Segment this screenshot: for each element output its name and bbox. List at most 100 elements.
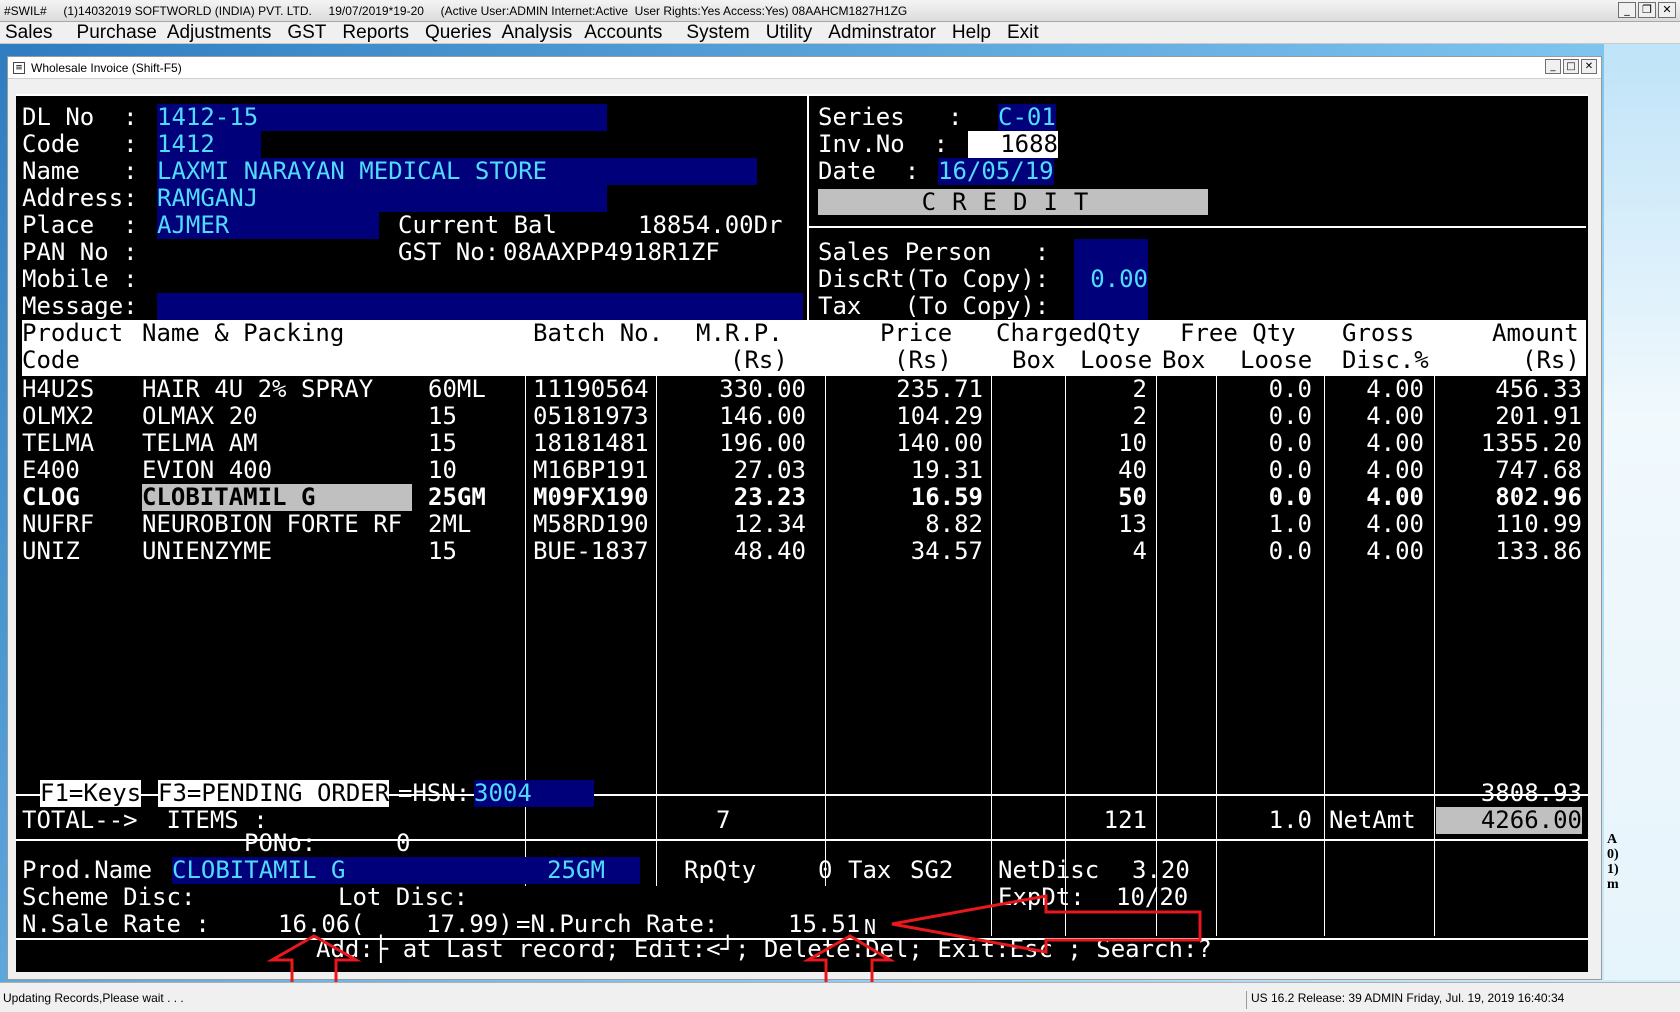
hsn-field[interactable]: 3004 [474,780,594,807]
inner-restore-icon[interactable]: □ [1563,59,1579,74]
row-mrp: 12.34 [733,510,806,538]
items-grid-header: Product Code Name & Packing Batch No. M.… [22,320,1586,376]
window-controls: _ ❐ ✕ [1618,2,1676,18]
row-amount: 802.96 [1495,483,1582,511]
name-label: Name : [22,157,138,185]
menu-accounts[interactable]: Accounts [579,22,667,44]
minimize-icon[interactable]: _ [1618,2,1636,18]
row-disc: 4.00 [1366,429,1424,457]
row-loose: 40 [1118,456,1147,484]
gross-total-value: 3808.93 [1480,779,1582,807]
menu-utility[interactable]: Utility [761,22,817,44]
menu-sales[interactable]: Sales [0,22,58,44]
message-label: Message: [22,292,138,320]
row-code: NUFRF [22,510,95,538]
row-batch: M09FX190 [533,483,649,511]
row-price: 19.31 [910,456,983,484]
menu-exit[interactable]: Exit [1002,22,1044,44]
row-mrp: 23.23 [733,483,806,511]
rpqty-value: 0 [818,856,833,884]
help-line: Add:├ at Last record; Edit:<┘; Delete:De… [316,935,1212,963]
dl-no-field[interactable]: 1412-15 [157,104,607,131]
total-label: TOTAL--> ITEMS : [22,806,268,834]
message-field[interactable] [157,293,803,320]
party-name-field[interactable]: LAXMI NARAYAN MEDICAL STORE [157,158,757,185]
expdt-label: ExpDt: [998,883,1085,911]
col-mrp: M.R.P. [696,319,783,347]
menu-reports[interactable]: Reports [337,22,414,44]
row-name: CLOBITAMIL G [142,484,412,511]
row-name: OLMAX 20 [142,402,258,430]
row-price: 104.29 [896,402,983,430]
menu-adminstrator[interactable]: Adminstrator [823,22,941,44]
close-icon[interactable]: ✕ [1658,2,1676,18]
discrt-field[interactable]: 0.00 [1074,266,1148,293]
inner-close-icon[interactable]: ✕ [1581,59,1597,74]
row-loose: 2 [1132,375,1147,403]
row-code: UNIZ [22,537,80,565]
inv-no-field[interactable]: 1688 [968,131,1058,158]
col-free-loose: Loose [1240,346,1313,374]
series-field[interactable]: C-01 [998,104,1056,131]
menu-system[interactable]: System [681,22,754,44]
row-free: 0.0 [1268,537,1312,565]
col-box: Box [1012,346,1056,374]
side-clipped-text: A 0) 1) m [1607,832,1619,892]
netamt-label: NetAmt [1329,806,1416,834]
address-field[interactable]: RAMGANJ [157,185,607,212]
code-field[interactable]: 1412 [157,131,261,158]
menu-adjustments[interactable]: Adjustments [162,22,277,44]
total-qty-value: 121 [1103,806,1147,834]
mobile-label: Mobile : [22,265,138,293]
row-code: CLOG [22,483,80,511]
row-batch: 05181973 [533,402,649,430]
f1-keys-label[interactable]: F1=Keys [40,780,142,807]
menu-analysis[interactable]: Analysis [496,22,577,44]
row-disc: 4.00 [1366,402,1424,430]
inner-minimize-icon[interactable]: _ [1545,59,1561,74]
menu-gst[interactable]: GST [282,22,331,44]
col-amount: Amount [1492,319,1579,347]
row-batch: 18181481 [533,429,649,457]
row-name: HAIR 4U 2% SPRAY [142,375,374,403]
prod-name-field[interactable]: CLOBITAMIL G [172,857,512,884]
f3-pending-order-label[interactable]: F3=PENDING ORDER [158,780,390,807]
inner-window-title: Wholesale Invoice (Shift-F5) [31,60,182,75]
app-titlebar: #SWIL# (1)14032019 SOFTWORLD (INDIA) PVT… [0,0,1680,22]
date-field[interactable]: 16/05/19 [938,158,1054,185]
purch-rate-value: 15.51 [788,910,861,938]
total-items-value: 7 [716,806,731,834]
row-free: 0.0 [1268,429,1312,457]
status-bar: Updating Records,Please wait . . . US 16… [0,982,1680,1012]
restore-icon[interactable]: ❐ [1638,2,1656,18]
row-batch: BUE-1837 [533,537,649,565]
row-pack: 10 [428,456,457,484]
menu-help[interactable]: Help [947,22,996,44]
row-mrp: 146.00 [719,402,806,430]
status-info: US 16.2 Release: 39 ADMIN Friday, Jul. 1… [1246,991,1564,1009]
row-loose: 10 [1118,429,1147,457]
row-loose: 13 [1118,510,1147,538]
code-label: Code : [22,130,138,158]
inner-titlebar: ≡ Wholesale Invoice (Shift-F5) _ □ ✕ [8,57,1601,79]
tax-field[interactable] [1074,293,1148,320]
row-code: E400 [22,456,80,484]
side-text-1: A [1607,832,1618,847]
menu-queries[interactable]: Queries [420,22,497,44]
inner-window-controls: _ □ ✕ [1545,59,1597,74]
sale-rate-label: N.Sale Rate : [22,910,210,938]
row-free: 0.0 [1268,375,1312,403]
sales-person-label: Sales Person : [818,238,1050,266]
sales-person-field[interactable] [1074,239,1148,266]
expdt-value: 10/20 [1116,883,1189,911]
window-menu-icon[interactable]: ≡ [13,61,25,74]
col-free-box: Box [1162,346,1206,374]
rpqty-label: RpQty [684,856,757,884]
row-code: OLMX2 [22,402,95,430]
sale-rate-value: 16.06( [278,910,365,938]
row-amount: 201.91 [1495,402,1582,430]
place-field[interactable]: AJMER [157,212,379,239]
col-gross: Gross [1342,319,1415,347]
menu-purchase[interactable]: Purchase [72,22,162,44]
prod-pack-field[interactable]: 25GM [512,857,640,884]
